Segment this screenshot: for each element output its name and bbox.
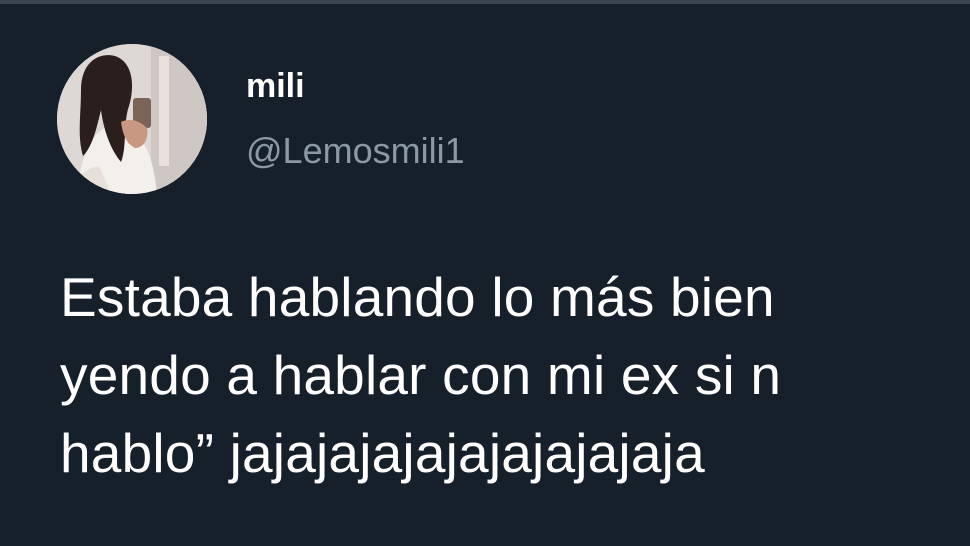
username-handle[interactable]: @Lemosmili1 <box>246 129 465 173</box>
profile-photo-icon <box>57 44 207 194</box>
tweet-text-line: Estaba hablando lo más bien <box>60 266 775 328</box>
tweet-screenshot: mili @Lemosmili1 Estaba hablando lo más … <box>0 0 970 546</box>
top-divider <box>0 0 970 4</box>
display-name[interactable]: mili <box>246 66 305 106</box>
tweet-body: Estaba hablando lo más bien yendo a habl… <box>60 258 970 492</box>
tweet-text-line: yendo a hablar con mi ex si n <box>60 344 782 406</box>
avatar[interactable] <box>57 44 207 194</box>
tweet-text-line: hablo” jajajajajajajajajajaja <box>60 422 705 484</box>
